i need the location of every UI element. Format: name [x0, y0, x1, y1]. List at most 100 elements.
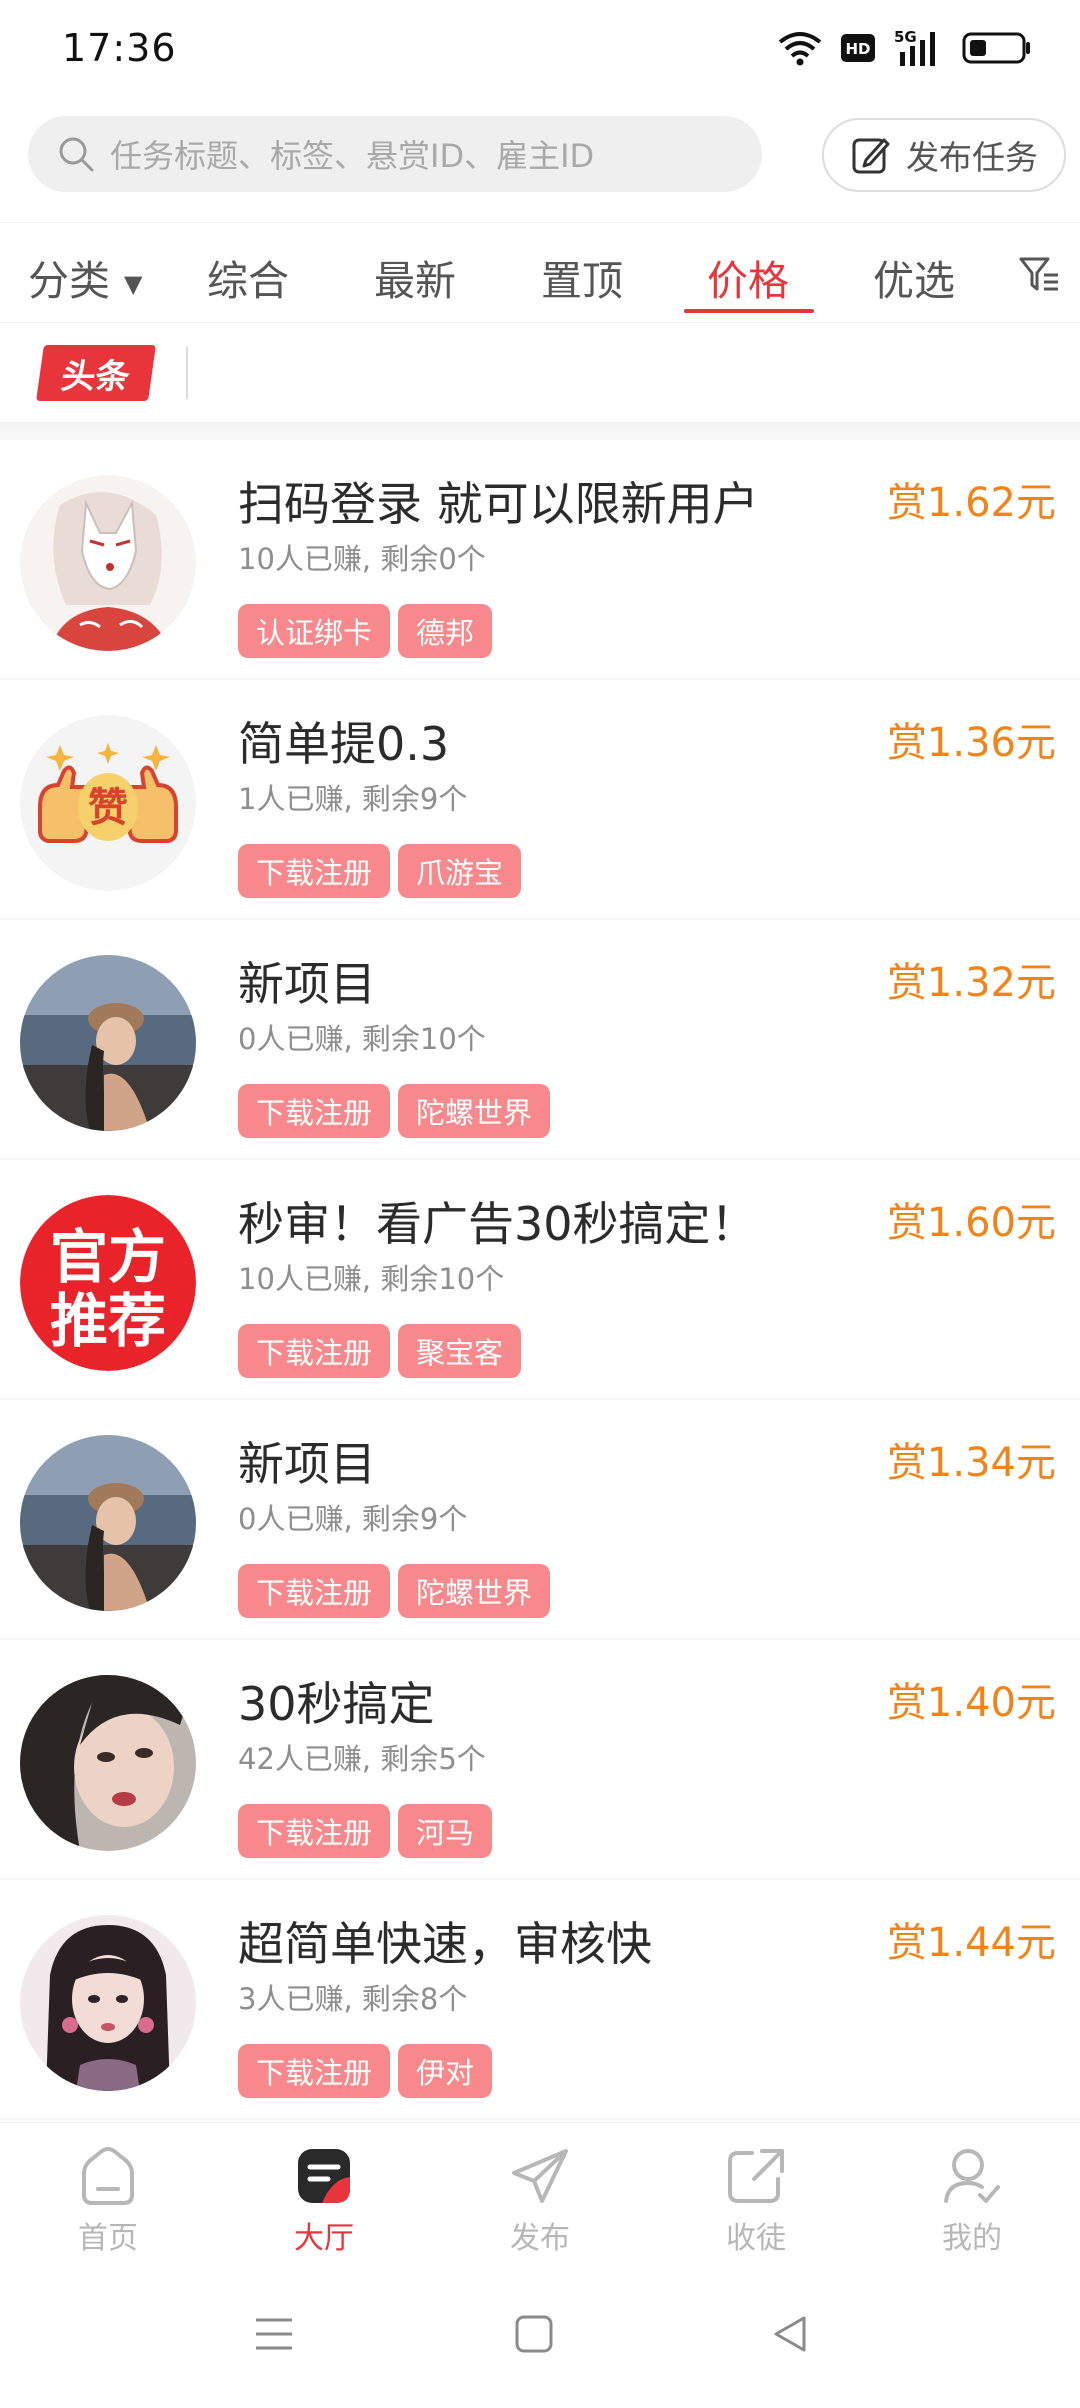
- caret-down-icon: ▼: [124, 270, 143, 298]
- back-icon[interactable]: [770, 2314, 810, 2354]
- task-tag: 陀螺世界: [398, 1084, 551, 1138]
- girl-seaside-avatar: [20, 955, 196, 1131]
- hd-icon: HD: [841, 34, 875, 62]
- task-list: 扫码登录 就可以限新用户 10人已赚, 剩余0个 赏1.62元 认证绑卡 德邦 …: [0, 440, 1080, 2120]
- status-icons: HD 5G: [778, 26, 1032, 70]
- nav-publish-label: 发布: [510, 2221, 570, 2256]
- bottom-nav: 首页 大厅 发布 收徒 我的: [0, 2122, 1080, 2272]
- task-item[interactable]: 30秒搞定 42人已赚, 剩余5个 赏1.40元 下载注册 河马: [0, 1640, 1080, 1880]
- tab-selected[interactable]: 优选: [873, 247, 955, 307]
- task-item[interactable]: 官方 推荐 秒审！看广告30秒搞定！ 10人已赚, 剩余10个 赏1.60元 下…: [0, 1160, 1080, 1400]
- task-reward: 赏1.44元: [886, 1920, 1056, 1966]
- tab-pinned[interactable]: 置顶: [541, 247, 623, 307]
- menu-icon[interactable]: [252, 2314, 296, 2354]
- search-input[interactable]: 任务标题、标签、悬赏ID、雇主ID: [28, 116, 762, 192]
- publish-task-button[interactable]: 发布任务: [822, 118, 1066, 192]
- nav-hall-label: 大厅: [294, 2221, 354, 2256]
- task-tags: 认证绑卡 德邦: [238, 604, 493, 658]
- task-tags: 下载注册 陀螺世界: [238, 1564, 551, 1618]
- girl-portrait-avatar: [20, 1675, 196, 1851]
- nav-home-label: 首页: [78, 2221, 138, 2256]
- task-reward: 赏1.36元: [886, 720, 1056, 766]
- active-tab-indicator: [684, 309, 814, 313]
- task-tag: 下载注册: [238, 1084, 391, 1138]
- status-bar: 17:36 HD 5G: [0, 0, 1080, 98]
- official-text: 官方: [50, 1223, 166, 1291]
- tab-comprehensive[interactable]: 综合: [207, 247, 289, 307]
- nav-publish[interactable]: 发布: [470, 2145, 610, 2257]
- task-title: 新项目: [238, 957, 376, 1011]
- task-tag: 德邦: [398, 604, 493, 658]
- task-tag: 伊对: [398, 2044, 493, 2098]
- task-reward: 赏1.34元: [886, 1440, 1056, 1486]
- task-stats: 10人已赚, 剩余0个: [238, 542, 486, 576]
- tab-bar: 分类 ▼ 综合 最新 置顶 价格 优选: [0, 222, 1080, 322]
- system-nav: [0, 2290, 1080, 2390]
- task-tag: 爪游宝: [398, 844, 522, 898]
- headline-bar: 头条: [0, 322, 1080, 422]
- task-tags: 下载注册 陀螺世界: [238, 1084, 551, 1138]
- task-item[interactable]: 新项目 0人已赚, 剩余9个 赏1.34元 下载注册 陀螺世界: [0, 1400, 1080, 1640]
- task-reward: 赏1.32元: [886, 960, 1056, 1006]
- task-item[interactable]: 赞 简单提0.3 1人已赚, 剩余9个 赏1.36元 下载注册 爪游宝: [0, 680, 1080, 920]
- tab-category[interactable]: 分类 ▼: [28, 247, 142, 307]
- nav-apprentice[interactable]: 收徒: [686, 2145, 826, 2257]
- filter-icon[interactable]: [1018, 255, 1062, 295]
- task-stats: 0人已赚, 剩余9个: [238, 1502, 468, 1536]
- edit-icon: [852, 138, 890, 174]
- task-tag: 认证绑卡: [238, 604, 391, 658]
- hd-text: HD: [845, 40, 870, 58]
- thumbs-up-zan-avatar: 赞: [20, 715, 196, 891]
- task-title: 秒审！看广告30秒搞定！: [238, 1197, 757, 1251]
- task-stats: 3人已赚, 剩余8个: [238, 1982, 468, 2016]
- task-tags: 下载注册 伊对: [238, 2044, 493, 2098]
- tab-category-label: 分类: [28, 257, 110, 305]
- task-title: 新项目: [238, 1437, 376, 1491]
- zan-text: 赞: [88, 785, 128, 831]
- task-tag: 陀螺世界: [398, 1564, 551, 1618]
- task-tag: 下载注册: [238, 1804, 391, 1858]
- task-title: 简单提0.3: [238, 717, 450, 771]
- task-tag: 下载注册: [238, 2044, 391, 2098]
- task-reward: 赏1.62元: [886, 480, 1056, 526]
- home-square-icon[interactable]: [514, 2314, 554, 2354]
- profile-icon: [944, 2149, 1000, 2203]
- battery-icon: [962, 32, 1030, 64]
- tab-price[interactable]: 价格: [707, 247, 789, 307]
- task-tag: 河马: [398, 1804, 493, 1858]
- task-title: 30秒搞定: [238, 1677, 435, 1731]
- girl-seaside-avatar: [20, 1435, 196, 1611]
- task-stats: 1人已赚, 剩余9个: [238, 782, 468, 816]
- task-item[interactable]: 扫码登录 就可以限新用户 10人已赚, 剩余0个 赏1.62元 认证绑卡 德邦: [0, 440, 1080, 680]
- net-text: 5G: [894, 28, 917, 46]
- send-icon: [512, 2149, 568, 2203]
- task-tag: 聚宝客: [398, 1324, 522, 1378]
- headline-badge: 头条: [36, 345, 156, 401]
- task-stats: 0人已赚, 剩余10个: [238, 1022, 486, 1056]
- task-tags: 下载注册 河马: [238, 1804, 493, 1858]
- nav-apprentice-label: 收徒: [726, 2221, 786, 2256]
- task-item[interactable]: 新项目 0人已赚, 剩余10个 赏1.32元 下载注册 陀螺世界: [0, 920, 1080, 1160]
- nav-mine[interactable]: 我的: [902, 2145, 1042, 2257]
- wifi-icon: [778, 32, 822, 66]
- status-time: 17:36: [62, 26, 177, 70]
- tab-latest[interactable]: 最新: [374, 247, 456, 307]
- task-tags: 下载注册 爪游宝: [238, 844, 522, 898]
- search-row: 任务标题、标签、悬赏ID、雇主ID 发布任务: [0, 116, 1080, 196]
- share-icon: [728, 2149, 784, 2203]
- nav-hall[interactable]: 大厅: [254, 2145, 394, 2257]
- task-reward: 赏1.60元: [886, 1200, 1056, 1246]
- fox-mask-girl-avatar: [20, 475, 196, 651]
- task-tag: 下载注册: [238, 1324, 391, 1378]
- task-title: 扫码登录 就可以限新用户: [238, 477, 759, 531]
- hall-icon: [298, 2149, 350, 2203]
- task-tag: 下载注册: [238, 1564, 391, 1618]
- nav-home[interactable]: 首页: [38, 2145, 178, 2257]
- task-stats: 10人已赚, 剩余10个: [238, 1262, 505, 1296]
- headline-divider: [186, 347, 188, 399]
- task-reward: 赏1.40元: [886, 1680, 1056, 1726]
- recommend-text: 推荐: [50, 1287, 166, 1355]
- task-title: 超简单快速，审核快: [238, 1917, 652, 1971]
- task-tags: 下载注册 聚宝客: [238, 1324, 522, 1378]
- task-item[interactable]: 超简单快速，审核快 3人已赚, 剩余8个 赏1.44元 下载注册 伊对: [0, 1880, 1080, 2120]
